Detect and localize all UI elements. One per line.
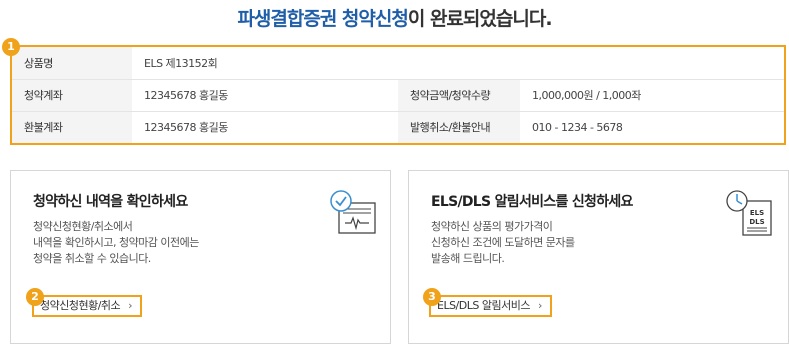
description-line: 청약하신 상품의 평가가격이: [431, 220, 553, 233]
icon-text-dls: DLS: [749, 218, 764, 226]
step-badge-2: 2: [26, 288, 44, 306]
icon-text-els: ELS: [750, 209, 764, 217]
description-line: 내역을 확인하시고, 청약마감 이전에는: [33, 236, 199, 249]
button-label: 청약신청현황/취소: [40, 299, 121, 312]
title-rest: 이 완료되었습니다.: [407, 8, 553, 30]
cancel-refund-notice-label: 발행취소/환불안내: [398, 111, 520, 143]
alert-service-heading: ELS/DLS 알림서비스를 신청하세요: [431, 194, 633, 210]
button-label: ELS/DLS 알림서비스: [437, 299, 530, 312]
title-highlight: 파생결합증권 청약신청: [237, 8, 408, 30]
page-title: 파생결합증권 청약신청이 완료되었습니다.: [0, 4, 789, 31]
check-history-description: 청약신청현황/취소에서 내역을 확인하시고, 청약마감 이전에는 청약을 취소할…: [33, 219, 199, 267]
subscription-amount-label: 청약금액/청약수량: [398, 79, 520, 112]
step-badge-1: 1: [2, 38, 20, 56]
check-history-panel: 청약하신 내역을 확인하세요 청약신청현황/취소에서 내역을 확인하시고, 청약…: [10, 170, 391, 344]
check-document-icon: [327, 189, 379, 243]
chevron-right-icon: ›: [128, 299, 133, 312]
table-row: 청약계좌 12345678 홍길동 청약금액/청약수량 1,000,000원 /…: [12, 79, 784, 112]
cancel-refund-notice-value: 010 - 1234 - 5678: [532, 120, 623, 134]
subscription-status-cancel-button[interactable]: 청약신청현황/취소 ›: [32, 295, 143, 317]
step-badge-3: 3: [423, 288, 441, 306]
chevron-right-icon: ›: [537, 299, 542, 312]
table-row: 상품명 ELS 제13152회: [12, 47, 784, 80]
clock-document-icon: ELS DLS: [723, 189, 779, 245]
description-line: 청약을 취소할 수 있습니다.: [33, 252, 151, 265]
refund-account-value: 12345678 홍길동: [144, 121, 228, 135]
description-line: 청약신청현황/취소에서: [33, 220, 133, 233]
alert-service-description: 청약하신 상품의 평가가격이 신청하신 조건에 도달하면 문자를 발송해 드립니…: [431, 219, 575, 267]
refund-account-label: 환불계좌: [12, 111, 132, 143]
subscription-account-label: 청약계좌: [12, 79, 132, 112]
alert-service-button[interactable]: ELS/DLS 알림서비스 ›: [429, 295, 552, 317]
description-line: 발송해 드립니다.: [431, 252, 505, 265]
alert-service-panel: ELS/DLS 알림서비스를 신청하세요 청약하신 상품의 평가가격이 신청하신…: [408, 170, 789, 344]
table-row: 환불계좌 12345678 홍길동 발행취소/환불안내 010 - 1234 -…: [12, 111, 784, 143]
check-history-heading: 청약하신 내역을 확인하세요: [33, 194, 188, 210]
product-name-label: 상품명: [12, 47, 132, 80]
product-name-value: ELS 제13152회: [132, 47, 784, 80]
description-line: 신청하신 조건에 도달하면 문자를: [431, 236, 575, 249]
subscription-amount-value: 1,000,000원 / 1,000좌: [520, 79, 784, 112]
subscription-account-value: 12345678 홍길동: [132, 79, 398, 112]
subscription-info-table: 상품명 ELS 제13152회 청약계좌 12345678 홍길동 청약금액/청…: [10, 45, 786, 145]
